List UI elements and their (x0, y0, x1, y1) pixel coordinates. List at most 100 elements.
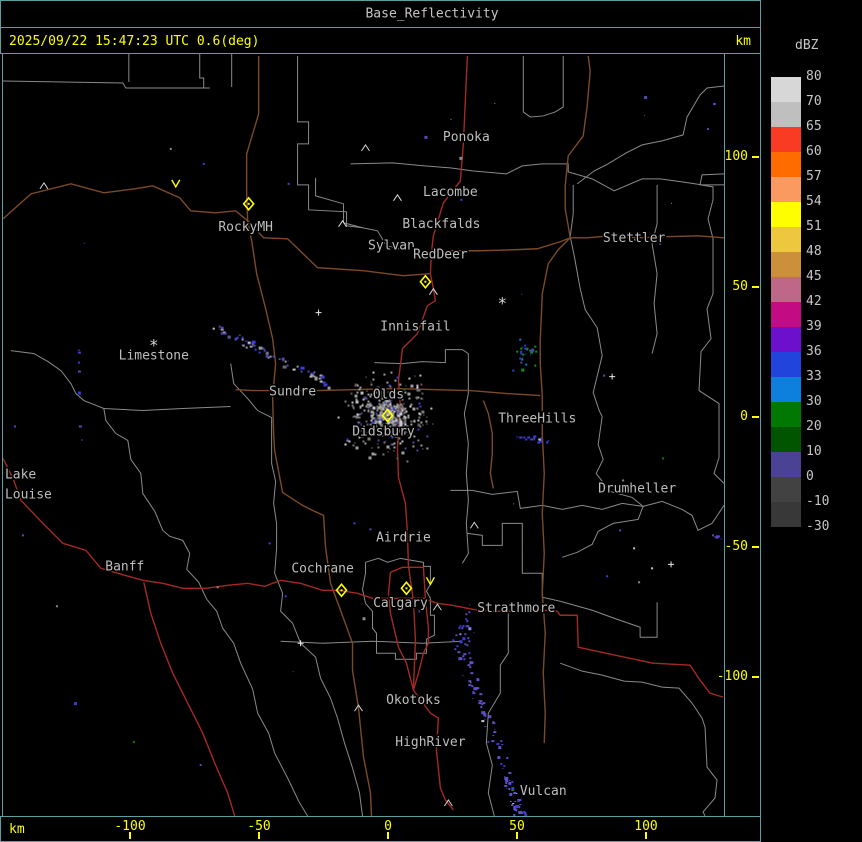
echo-pixel (357, 421, 360, 424)
caret-marker-icon (39, 181, 49, 190)
echo-pixel (546, 441, 549, 444)
echo-pixel (506, 788, 508, 790)
scale-swatch (771, 427, 801, 452)
echo-pixel (401, 409, 404, 412)
echo-pixel (420, 383, 423, 386)
echo-pixel (516, 810, 518, 812)
echo-pixel (494, 729, 496, 731)
echo-pixel (402, 417, 405, 420)
site-diamond-center (405, 587, 408, 590)
echo-pixel (372, 411, 375, 414)
echo-pixel (432, 423, 434, 425)
scale-tick-label: 45 (806, 269, 822, 284)
echo-pixel (425, 420, 428, 423)
echo-pixel (521, 293, 523, 295)
echo-pixel (420, 444, 423, 447)
city-label: Cochrane (291, 561, 354, 576)
city-label: Airdrie (376, 530, 431, 545)
echo-pixel (603, 374, 606, 377)
echo-pixel (374, 453, 377, 456)
echo-pixel (77, 370, 81, 373)
echo-pixel (530, 438, 534, 441)
echo-pixel (387, 412, 389, 414)
echo-pixel (513, 792, 517, 795)
boundary-line (560, 662, 718, 816)
echo-pixel (389, 448, 391, 450)
echo-pixel (220, 331, 222, 333)
echo-pixel (492, 735, 495, 737)
echo-pixel (355, 400, 359, 404)
echo-pixel (353, 415, 356, 418)
echo-pixel (212, 327, 215, 330)
city-label: HighRiver (395, 735, 465, 750)
site-diamond-center (247, 202, 250, 205)
echo-pixel (465, 618, 468, 621)
echo-pixel (244, 340, 247, 342)
boundary-line (560, 600, 658, 638)
echo-pixel (519, 803, 522, 805)
echo-pixel (468, 627, 472, 631)
echo-pixel (354, 442, 356, 444)
echo-pixel (644, 114, 646, 116)
echo-pixel (459, 640, 463, 644)
echo-pixel (459, 156, 463, 160)
echo-pixel (469, 661, 474, 665)
echo-pixel (498, 746, 502, 750)
echo-pixel (380, 408, 383, 411)
echo-pixel (502, 768, 504, 770)
echo-pixel (245, 346, 248, 349)
dbz-unit-label: dBZ (795, 38, 819, 53)
echo-pixel (416, 407, 419, 410)
right-axis-tick-label: 100 (724, 149, 748, 164)
scale-tick-label: 48 (806, 244, 822, 259)
echo-pixel (504, 777, 509, 781)
echo-pixel (80, 439, 83, 441)
secondary-road (430, 235, 724, 254)
echo-pixel (393, 442, 396, 445)
echo-pixel (404, 391, 407, 394)
echo-pixel (535, 350, 538, 353)
echo-pixel (254, 348, 257, 351)
echo-pixel (378, 407, 381, 410)
radar-map: **PonokaLacombeBlackfaldsSylvanRedDeerSt… (3, 54, 724, 816)
map-viewport[interactable]: * * Ponoka Lacombe Blackfalds Sylvan RedDeer St… (2, 53, 725, 817)
echo-pixel (355, 446, 359, 450)
echo-pixel (408, 397, 411, 400)
echo-pixel (371, 452, 375, 456)
echo-pixel (511, 787, 515, 790)
caret-marker-icon (432, 603, 442, 611)
boundary-line (642, 500, 724, 532)
echo-pixel (77, 351, 81, 354)
echo-pixel (522, 346, 524, 348)
echo-pixel (512, 369, 515, 372)
echo-pixel (408, 377, 411, 380)
echo-pixel (416, 449, 419, 452)
echo-pixel (78, 425, 82, 428)
echo-pixel (367, 393, 370, 396)
echo-pixel (296, 365, 299, 368)
echo-pixel (390, 443, 393, 446)
scale-tick-label: 0 (806, 469, 814, 484)
city-label: RedDeer (413, 248, 468, 263)
echo-pixel (320, 380, 323, 383)
vee-marker-icon (171, 179, 181, 189)
right-axis-tick-label: 0 (740, 409, 748, 424)
echo-pixel (372, 406, 376, 410)
echo-pixel (412, 441, 415, 444)
echo-pixel (496, 743, 500, 746)
cross-marker-icon (609, 373, 616, 380)
echo-pixel (519, 357, 522, 360)
echo-pixel (381, 405, 384, 408)
echo-pixel (373, 418, 376, 421)
echo-pixel (533, 435, 537, 438)
city-label: Sundre (269, 385, 316, 400)
scale-swatch (771, 302, 801, 327)
echo-pixel (358, 413, 361, 416)
echo-pixel (376, 405, 379, 408)
echo-pixel (454, 648, 457, 651)
echo-pixel (382, 408, 385, 411)
echo-pixel (367, 400, 370, 403)
echo-pixel (287, 360, 289, 362)
echo-pixel (455, 634, 458, 637)
echo-pixel (419, 405, 422, 408)
